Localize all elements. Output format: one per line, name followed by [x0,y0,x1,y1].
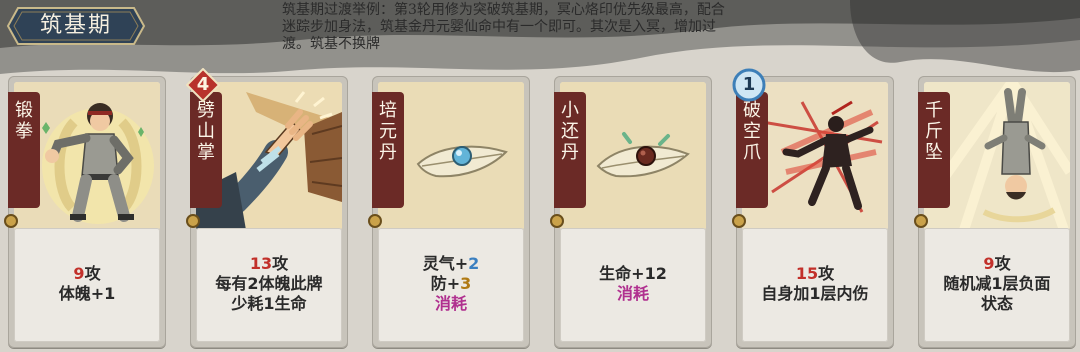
defense-label: 防+ [430,274,461,293]
desc-line: 9攻 [924,254,1070,274]
card-name: 劈山掌 [190,100,222,163]
card-name-banner: 破空爪 [736,92,768,208]
defense-value: 3 [460,274,472,293]
qi-label: 灵气+ [422,254,469,273]
card-name: 锻拳 [8,100,40,142]
card-description: 9攻 体魄+1 [14,228,160,342]
attack-label: 攻 [994,254,1011,273]
card-name-char: 锻 [15,100,33,121]
card-name-char: 元 [379,121,397,142]
hint-line: 筑基期过渡举例：第3轮用修为突破筑基期，冥心烙印优先级最高，配合 [282,2,725,18]
attack-label: 攻 [84,264,101,283]
attack-value: 9 [73,264,85,283]
desc-line: 随机减1层负面 [943,274,1051,293]
desc-line: 灵气+2 [378,254,524,274]
card-name-char: 培 [379,100,397,121]
card-name-char: 爪 [743,142,761,163]
cost-value: 4 [196,74,210,95]
card-name: 破空爪 [736,100,768,163]
card-pei-yuan-dan[interactable]: 培元丹 灵气+2 防+3 消耗 [368,76,530,348]
stage-label-text: 筑基期 [39,13,112,38]
card-name-banner: 千斤坠 [918,92,950,208]
card-name-char: 坠 [925,142,943,163]
attack-value: 15 [795,264,819,283]
card-description: 15攻 自身加1层内伤 [742,228,888,342]
desc-line: 每有2体魄此牌 [215,274,323,293]
card-name: 培元丹 [372,100,404,163]
card-name-char: 千 [925,100,943,121]
consume-keyword: 消耗 [434,294,467,313]
card-name: 千斤坠 [918,100,950,163]
card-name-banner: 锻拳 [8,92,40,208]
strategy-hint: 筑基期过渡举例：第3轮用修为突破筑基期，冥心烙印优先级最高，配合 迷踪步加身法，… [282,2,842,53]
consume-keyword: 消耗 [616,284,649,303]
card-description: 9攻 随机减1层负面 状态 [924,228,1070,342]
card-name-char: 还 [561,121,579,142]
card-name-char: 山 [197,121,215,142]
hint-line: 渡。筑基不换牌 [282,36,380,52]
attack-label: 攻 [272,254,289,273]
card-name-char: 丹 [561,142,579,163]
desc-line: 9攻 [14,264,160,284]
card-cost-badge: 1 [732,68,766,102]
card-name-char: 斤 [925,121,943,142]
desc-line: 生命+12 [599,264,667,283]
cost-value: 1 [742,74,756,95]
desc-line: 自身加1层内伤 [761,284,869,303]
qi-value: 2 [468,254,480,273]
hint-line: 迷踪步加身法，筑基金丹元婴仙命中有一个即可。其次是入冥，增加过 [282,19,716,35]
card-name-char: 小 [561,100,579,121]
desc-line: 防+3 [378,274,524,294]
card-description: 生命+12 消耗 [560,228,706,342]
desc-line: 13攻 [196,254,342,274]
card-name-banner: 小还丹 [554,92,586,208]
card-qian-jin-zhui[interactable]: 千斤坠 9攻 随机减1层负面 状态 [914,76,1076,348]
card-name-char: 破 [743,100,761,121]
desc-line: 状态 [980,294,1013,313]
card-description: 灵气+2 防+3 消耗 [378,228,524,342]
card-name-banner: 培元丹 [372,92,404,208]
card-po-kong-zhua[interactable]: 破空爪 1 15攻 自身加1层内伤 [732,68,894,348]
card-name-banner: 劈山掌 [190,92,222,208]
desc-line: 体魄+1 [58,284,116,303]
card-name-char: 掌 [197,142,215,163]
attack-label: 攻 [818,264,835,283]
attack-value: 13 [249,254,273,273]
card-duan-quan[interactable]: 锻拳 9攻 体魄+1 [4,76,166,348]
card-name-char: 丹 [379,142,397,163]
attack-value: 9 [983,254,995,273]
desc-line: 15攻 [742,264,888,284]
stage-label: 筑基期 [6,6,146,46]
card-name-char: 拳 [15,121,33,142]
card-description: 13攻 每有2体魄此牌 少耗1生命 [196,228,342,342]
card-name-char: 空 [743,121,761,142]
card-cost-badge: 4 [185,67,221,103]
card-name: 小还丹 [554,100,586,163]
card-name-char: 劈 [197,100,215,121]
desc-line: 少耗1生命 [231,294,307,313]
card-xiao-huan-dan[interactable]: 小还丹 生命+12 消耗 [550,76,712,348]
card-pi-shan-zhang[interactable]: 劈山掌 4 13攻 每有2体魄此牌 少耗1生命 [185,67,348,348]
